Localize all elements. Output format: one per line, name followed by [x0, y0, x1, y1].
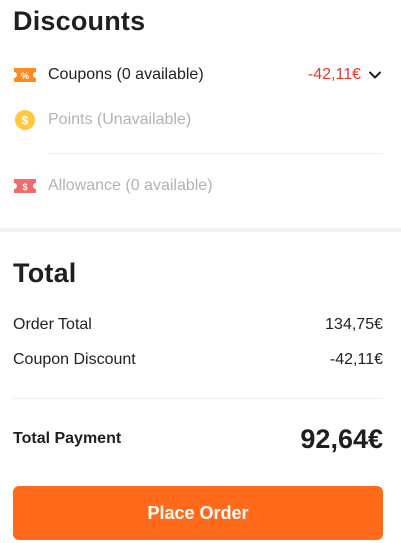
total-payment-value: 92,64€	[300, 423, 383, 454]
coupons-label: Coupons (0 available)	[48, 66, 204, 83]
total-payment-label: Total Payment	[13, 430, 122, 447]
coupons-amount: -42,11€	[307, 66, 361, 83]
points-label: Points (Unavailable)	[48, 111, 192, 128]
chevron-down-icon[interactable]	[367, 67, 383, 83]
section-divider	[0, 228, 401, 232]
order-total-row: Order Total 134,75€	[13, 313, 383, 337]
svg-text:%: %	[21, 71, 29, 81]
points-coin-icon: $	[13, 108, 37, 132]
place-order-button[interactable]: Place Order	[13, 486, 383, 540]
total-title: Total	[13, 258, 77, 288]
svg-text:$: $	[22, 182, 27, 192]
checkout-summary: Discounts % Coupons (0 available) -42,11…	[0, 0, 401, 543]
allowance-ticket-icon: $	[13, 174, 37, 198]
discounts-divider	[48, 153, 383, 154]
coupon-discount-value: -42,11€	[329, 351, 383, 368]
total-payment-row: Total Payment 92,64€	[13, 420, 383, 458]
total-divider	[13, 398, 383, 399]
svg-text:$: $	[22, 114, 29, 128]
order-total-value: 134,75€	[325, 316, 383, 333]
coupons-row[interactable]: % Coupons (0 available) -42,11€	[13, 61, 383, 89]
order-total-label: Order Total	[13, 316, 92, 333]
discounts-title: Discounts	[13, 6, 146, 36]
coupon-discount-label: Coupon Discount	[13, 351, 136, 368]
coupon-discount-row: Coupon Discount -42,11€	[13, 348, 383, 372]
coupon-icon: %	[13, 63, 37, 87]
points-row: $ Points (Unavailable)	[13, 106, 383, 134]
allowance-row: $ Allowance (0 available)	[13, 172, 383, 200]
allowance-label: Allowance (0 available)	[48, 177, 213, 194]
